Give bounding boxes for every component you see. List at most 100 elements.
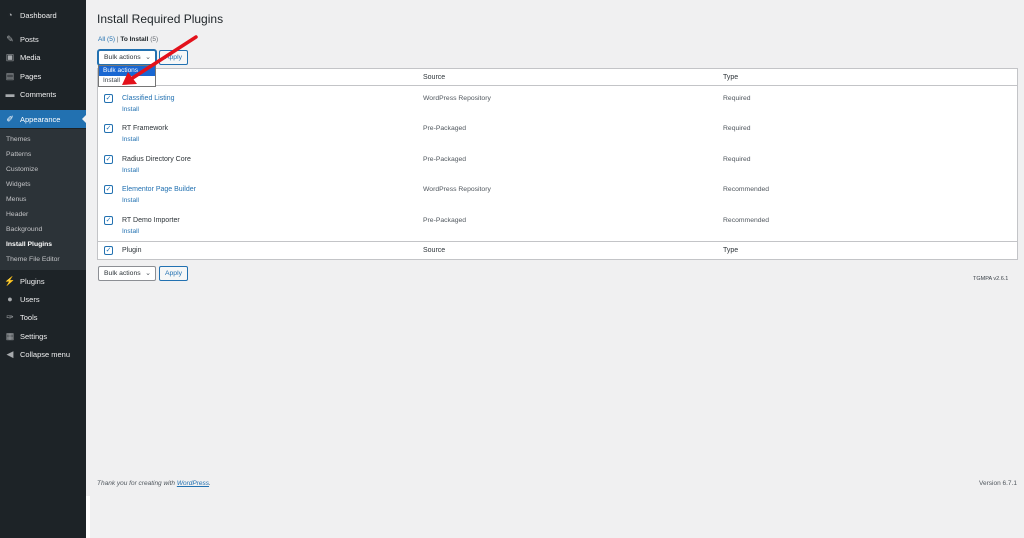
install-link[interactable]: Install — [122, 197, 139, 204]
plugin-source: WordPress Repository — [423, 95, 491, 102]
tgmpa-version: TGMPA v2.6.1 — [973, 276, 1009, 282]
wrench-icon: ✑ — [6, 311, 14, 322]
table-footer: ✓ Plugin Source Type — [98, 241, 1017, 258]
page-title: Install Required Plugins — [97, 12, 224, 26]
install-link[interactable]: Install — [122, 106, 139, 113]
appearance-submenu: Themes Patterns Customize Widgets Menus … — [0, 129, 86, 270]
filter-all-link[interactable]: All (5) — [98, 36, 115, 43]
collapse-icon: ◀ — [6, 348, 14, 359]
plugin-name: RT Demo Importer — [122, 217, 180, 224]
bulk-actions-select-bottom[interactable]: Bulk actions ⌄ — [98, 266, 156, 281]
install-link[interactable]: Install — [122, 136, 139, 143]
install-link[interactable]: Install — [122, 228, 139, 235]
filter-all-label: All — [98, 36, 106, 43]
submenu-background[interactable]: Background — [6, 226, 42, 233]
plugin-name-link[interactable]: Elementor Page Builder — [122, 186, 196, 193]
apply-button-top[interactable]: Apply — [159, 50, 188, 65]
sidebar-edge-strip — [86, 496, 90, 538]
chevron-down-icon: ⌄ — [145, 270, 151, 277]
apply-button-bottom[interactable]: Apply — [159, 266, 188, 281]
plugin-type: Recommended — [723, 186, 770, 193]
users-icon: ● — [7, 294, 13, 304]
install-link[interactable]: Install — [122, 167, 139, 174]
pages-icon: ▤ — [5, 70, 15, 81]
table-row: ✓ Radius Directory Core Install Pre-Pack… — [98, 150, 1017, 180]
row-checkbox[interactable]: ✓ — [104, 94, 113, 103]
row-checkbox[interactable]: ✓ — [104, 185, 113, 194]
menu-label: Posts — [20, 34, 39, 44]
menu-label: Plugins — [20, 276, 45, 286]
menu-comments[interactable]: ▬ Comments — [0, 86, 86, 102]
filter-separator: | — [116, 36, 119, 43]
submenu-install-plugins[interactable]: Install Plugins — [6, 241, 52, 248]
plugin-type: Recommended — [723, 217, 770, 224]
menu-label: Comments — [20, 89, 57, 99]
menu-posts[interactable]: ✎ Posts — [0, 31, 86, 47]
paintbrush-icon: ✐ — [6, 113, 14, 124]
menu-settings[interactable]: ▦ Settings — [0, 328, 86, 344]
submenu-patterns[interactable]: Patterns — [6, 151, 31, 158]
menu-label: Dashboard — [20, 10, 57, 20]
plugin-name: Radius Directory Core — [122, 156, 191, 163]
column-type: Type — [723, 74, 739, 81]
filter-to-install-count: (5) — [150, 36, 159, 43]
dashboard-icon: ◔ — [7, 10, 13, 20]
wordpress-link[interactable]: WordPress — [177, 480, 209, 487]
plugin-name-link[interactable]: Classified Listing — [122, 95, 175, 102]
bulk-actions-value: Bulk actions — [104, 270, 141, 277]
submenu-menus[interactable]: Menus — [6, 196, 26, 203]
plugin-type: Required — [723, 95, 751, 102]
submenu-widgets[interactable]: Widgets — [6, 181, 31, 188]
plugin-type: Required — [723, 156, 751, 163]
plugin-type: Required — [723, 125, 751, 132]
submenu-header[interactable]: Header — [6, 211, 28, 218]
row-checkbox[interactable]: ✓ — [104, 216, 113, 225]
plugin-source: WordPress Repository — [423, 186, 491, 193]
menu-plugins[interactable]: ⚡ Plugins — [0, 273, 86, 289]
plug-icon: ⚡ — [4, 275, 16, 286]
plugin-source: Pre-Packaged — [423, 156, 467, 163]
footer-version: Version 6.7.1 — [979, 480, 1017, 487]
menu-users[interactable]: ● Users — [0, 291, 86, 307]
submenu-theme-file-editor[interactable]: Theme File Editor — [6, 256, 60, 263]
plugin-source: Pre-Packaged — [423, 217, 467, 224]
dropdown-option-install[interactable]: Install — [99, 76, 155, 86]
media-icon: ▣ — [5, 51, 15, 62]
menu-label: Collapse menu — [20, 349, 71, 359]
column-type-footer: Type — [723, 247, 739, 254]
bulk-actions-value: Bulk actions — [104, 54, 141, 61]
menu-pages[interactable]: ▤ Pages — [0, 68, 86, 84]
menu-dashboard[interactable]: ◔ Dashboard — [0, 7, 86, 23]
pin-icon: ✎ — [6, 33, 14, 44]
submenu-themes[interactable]: Themes — [6, 136, 31, 143]
menu-tools[interactable]: ✑ Tools — [0, 309, 86, 325]
filter-to-install-label: To Install — [120, 36, 149, 43]
dropdown-option-bulk-actions[interactable]: Bulk actions — [99, 66, 155, 76]
menu-media[interactable]: ▣ Media — [0, 49, 86, 65]
submenu-customize[interactable]: Customize — [6, 166, 38, 173]
footer-thanks-prefix: Thank you for creating with — [97, 480, 176, 487]
menu-label: Tools — [20, 312, 38, 322]
bulk-actions-dropdown: Bulk actions Install — [98, 65, 156, 87]
menu-collapse[interactable]: ◀ Collapse menu — [0, 346, 86, 362]
column-source-footer: Source — [423, 247, 446, 254]
settings-icon: ▦ — [5, 330, 15, 341]
comments-icon: ▬ — [5, 89, 15, 99]
row-checkbox[interactable]: ✓ — [104, 124, 113, 133]
table-row: ✓ Classified Listing Install WordPress R… — [98, 89, 1017, 119]
menu-label: Pages — [20, 71, 42, 81]
row-checkbox[interactable]: ✓ — [104, 155, 113, 164]
table-row: ✓ RT Demo Importer Install Pre-Packaged … — [98, 211, 1017, 241]
admin-sidebar: ◔ Dashboard ✎ Posts ▣ Media ▤ Pages ▬ Co… — [0, 0, 86, 538]
table-row: ✓ RT Framework Install Pre-Packaged Requ… — [98, 119, 1017, 149]
filter-to-install-link[interactable]: To Install (5) — [120, 36, 158, 43]
menu-appearance[interactable]: ✐ Appearance — [0, 110, 86, 128]
plugin-name: RT Framework — [122, 125, 169, 132]
bulk-actions-select-top[interactable]: Bulk actions ⌄ — [98, 50, 156, 65]
column-plugin-footer[interactable]: Plugin — [122, 247, 141, 254]
menu-label: Settings — [20, 331, 48, 341]
select-all-checkbox-footer[interactable]: ✓ — [104, 246, 113, 255]
footer-thanks: Thank you for creating with WordPress. — [97, 480, 211, 487]
menu-label: Appearance — [20, 114, 61, 124]
menu-label: Media — [20, 52, 41, 62]
